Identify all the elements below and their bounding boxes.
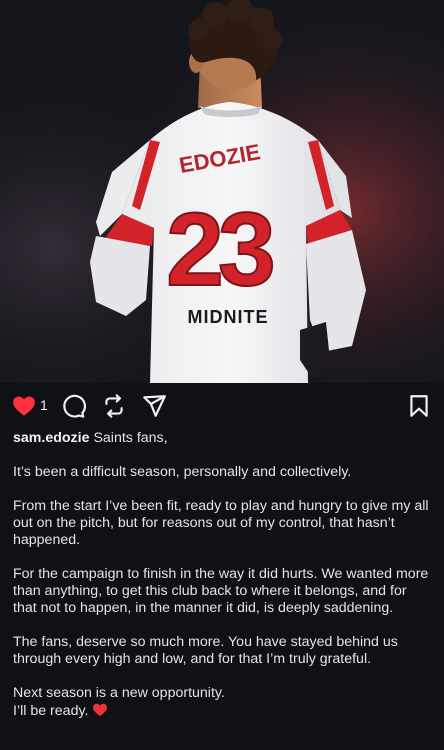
caption-opening: Saints fans, xyxy=(93,430,168,446)
repost-icon[interactable] xyxy=(101,393,127,419)
caption-paragraph-2: From the start I’ve been fit, ready to p… xyxy=(13,498,429,548)
caption-paragraph-1: It’s been a difficult season, personally… xyxy=(13,464,352,480)
caption-paragraph-3: For the campaign to finish in the way it… xyxy=(13,566,429,616)
caption-closing-line-1: Next season is a new opportunity. xyxy=(13,685,225,701)
post-action-bar: 1 xyxy=(0,383,444,429)
like-count[interactable]: 1 xyxy=(40,397,48,413)
heart-icon[interactable] xyxy=(11,393,37,419)
caption-header: sam.edozie Saints fans, xyxy=(13,430,431,447)
caption-paragraph-4: The fans, deserve so much more. You have… xyxy=(13,634,398,667)
caption-closing-line-2: I’ll be ready. xyxy=(13,703,89,719)
username[interactable]: sam.edozie xyxy=(13,430,90,446)
post-caption: sam.edozie Saints fans, It’s been a diff… xyxy=(13,430,431,720)
share-icon[interactable] xyxy=(141,393,167,419)
bookmark-icon[interactable] xyxy=(406,393,432,419)
shirt-sponsor: MIDNITE xyxy=(188,307,269,327)
post-photo[interactable]: EDOZIE 23 MIDNITE xyxy=(0,0,444,383)
comment-icon[interactable] xyxy=(60,393,86,419)
red-heart-emoji-icon xyxy=(93,703,108,717)
caption-closing: Next season is a new opportunity. I’ll b… xyxy=(13,685,431,720)
shirt-number: 23 xyxy=(166,192,273,308)
player-image: EDOZIE 23 MIDNITE xyxy=(0,0,444,383)
